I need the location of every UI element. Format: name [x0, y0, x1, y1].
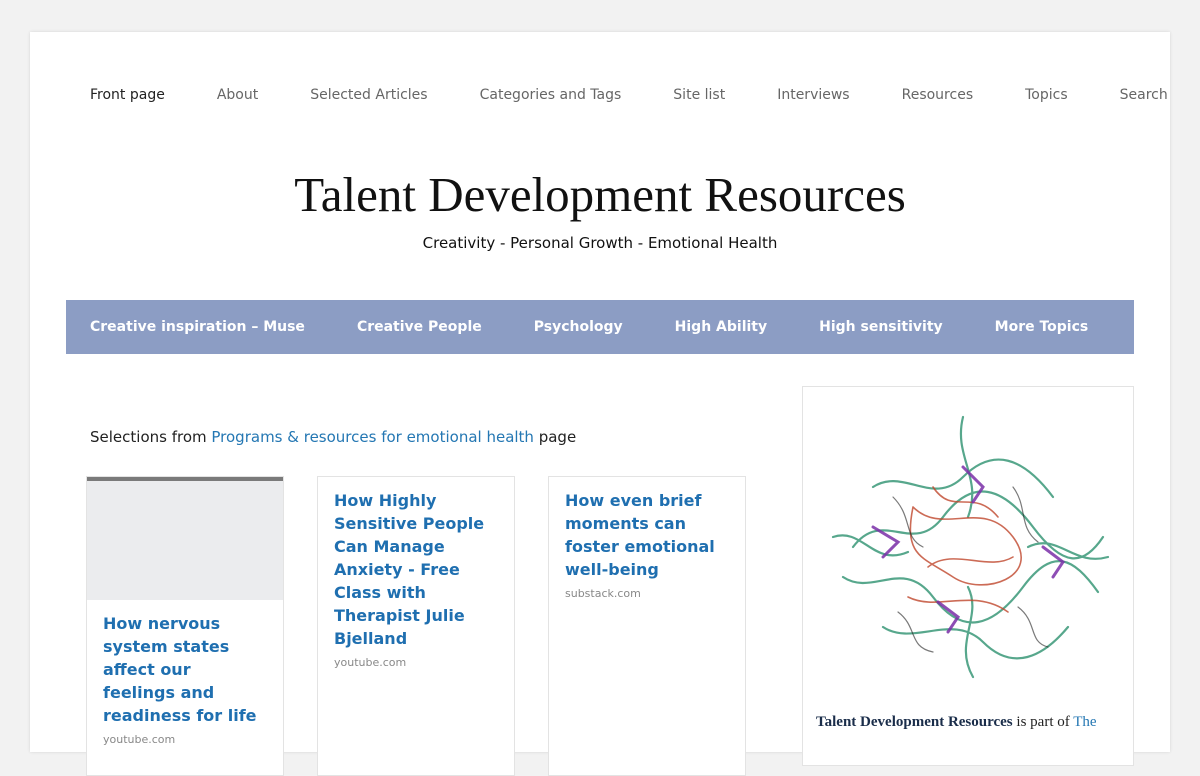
article-thumbnail[interactable]: [87, 477, 283, 600]
article-source: youtube.com: [334, 656, 407, 669]
article-source: substack.com: [565, 587, 641, 600]
nav-front-page[interactable]: Front page: [90, 87, 165, 103]
nav-selected-articles[interactable]: Selected Articles: [310, 87, 427, 103]
site-tagline: Creativity - Personal Growth - Emotional…: [422, 234, 778, 252]
article-card: How nervous system states affect our fee…: [86, 476, 284, 776]
nav-topics[interactable]: Topics: [1025, 87, 1068, 103]
nav-resources[interactable]: Resources: [902, 87, 974, 103]
article-card: How even brief moments can foster emotio…: [548, 476, 746, 776]
top-navigation: Front page About Selected Articles Categ…: [90, 87, 1168, 103]
sidebar-about-middle: is part of: [1012, 714, 1074, 730]
selections-intro: Selections from Programs & resources for…: [90, 428, 576, 446]
nav-about[interactable]: About: [217, 87, 258, 103]
category-more-topics[interactable]: More Topics: [995, 319, 1089, 335]
article-card: How Highly Sensitive People Can Manage A…: [317, 476, 515, 776]
category-high-ability[interactable]: High Ability: [675, 319, 767, 335]
category-high-sensitivity[interactable]: High sensitivity: [819, 319, 943, 335]
site-title[interactable]: Talent Development Resources: [30, 165, 1170, 225]
article-title[interactable]: How even brief moments can foster emotio…: [549, 489, 745, 581]
selections-prefix: Selections from: [90, 428, 212, 446]
category-creative-people[interactable]: Creative People: [357, 319, 482, 335]
nav-interviews[interactable]: Interviews: [777, 87, 849, 103]
article-title[interactable]: How nervous system states affect our fee…: [87, 612, 283, 727]
selections-suffix: page: [533, 428, 577, 446]
category-navigation: Creative inspiration – Muse Creative Peo…: [66, 300, 1134, 354]
article-source: youtube.com: [103, 733, 176, 746]
article-title[interactable]: How Highly Sensitive People Can Manage A…: [318, 489, 514, 650]
nav-search[interactable]: Search: [1120, 87, 1168, 103]
sidebar-site-name: Talent Development Resources: [816, 714, 1013, 730]
abstract-art-image: [831, 415, 1110, 679]
page-container: Front page About Selected Articles Categ…: [30, 32, 1170, 776]
programs-resources-link[interactable]: Programs & resources for emotional healt…: [211, 428, 534, 446]
sidebar-parent-link[interactable]: The: [1073, 714, 1096, 730]
sidebar-about-text: Talent Development Resources is part of …: [816, 714, 1126, 731]
nav-site-list[interactable]: Site list: [673, 87, 725, 103]
category-psychology[interactable]: Psychology: [534, 319, 623, 335]
category-creative-inspiration[interactable]: Creative inspiration – Muse: [90, 319, 305, 335]
nav-categories-and-tags[interactable]: Categories and Tags: [480, 87, 622, 103]
sidebar-widget: Talent Development Resources is part of …: [802, 386, 1134, 766]
